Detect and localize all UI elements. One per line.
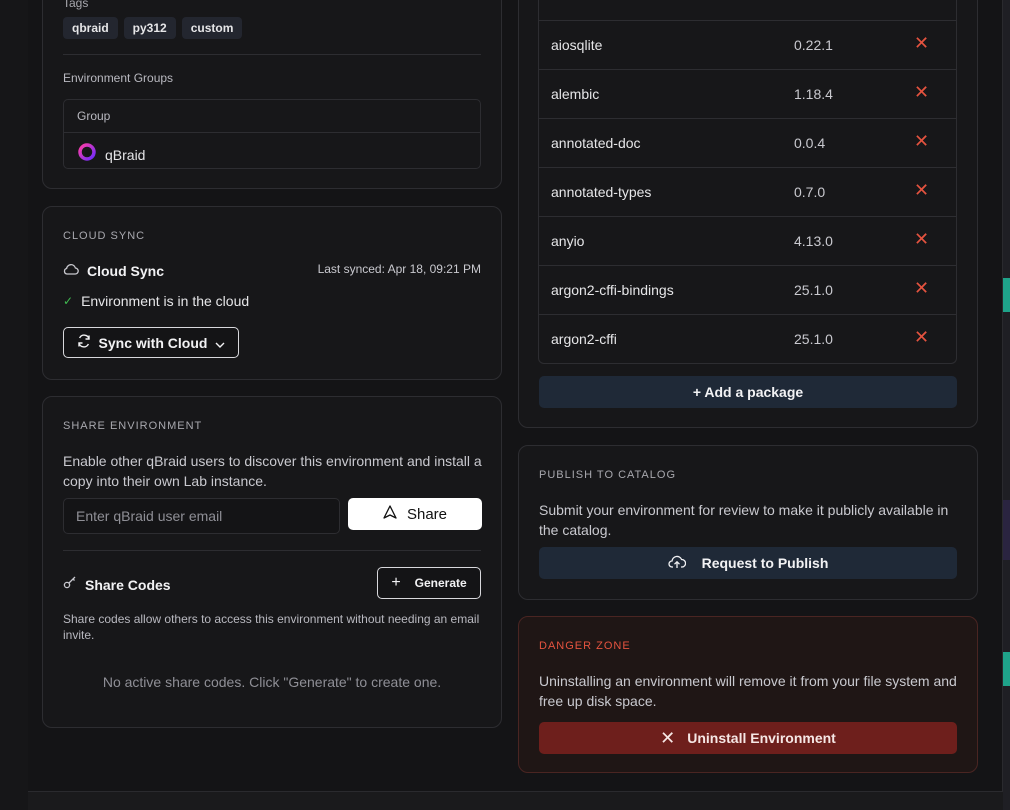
details-card: Tags qbraid py312 custom Environment Group… bbox=[42, 0, 502, 189]
share-description: Enable other qBraid users to discover th… bbox=[63, 453, 482, 489]
danger-zone-card: DANGER ZONE Uninstalling an environment … bbox=[518, 616, 978, 773]
package-version: 4.13.0 bbox=[794, 233, 833, 249]
groups-table-header: Group bbox=[77, 109, 111, 123]
share-environment-card: SHARE ENVIRONMENT Enable other qBraid us… bbox=[42, 396, 502, 728]
package-version: 0.7.0 bbox=[794, 184, 826, 200]
publish-section-title: PUBLISH TO CATALOG bbox=[539, 469, 676, 481]
package-version: 0.22.1 bbox=[794, 37, 833, 53]
plus-icon: + bbox=[391, 574, 401, 591]
request-to-publish-label: Request to Publish bbox=[701, 555, 829, 571]
group-name: qBraid bbox=[105, 146, 146, 163]
cloud-status-text: Environment is in the cloud bbox=[81, 293, 250, 309]
cloud-upload-icon bbox=[668, 555, 686, 572]
package-version: 0.0.4 bbox=[794, 135, 826, 151]
share-button[interactable]: Share bbox=[348, 498, 482, 530]
package-version: 1.18.4 bbox=[794, 86, 833, 102]
cloud-sync-card: CLOUD SYNC Cloud Sync Last synced: Apr 1… bbox=[42, 206, 502, 380]
danger-section-title: DANGER ZONE bbox=[539, 640, 631, 652]
tag-chip: py312 bbox=[123, 17, 176, 39]
danger-description: Uninstalling an environment will remove … bbox=[539, 673, 957, 709]
remove-package-icon[interactable]: ✕ bbox=[914, 278, 929, 299]
package-name: argon2-cffi bbox=[551, 331, 617, 347]
package-name: alembic bbox=[551, 86, 600, 102]
packages-table: aiosqlite 0.22.1 ✕ alembic 1.18.4 ✕ annotated-… bbox=[538, 0, 957, 364]
package-name: annotated-types bbox=[551, 184, 652, 200]
tag-chip: custom bbox=[181, 17, 243, 39]
environment-groups-label: Environment Groups bbox=[63, 71, 174, 85]
package-row: annotated-doc 0.0.4 ✕ bbox=[539, 118, 956, 167]
cloud-sync-section-title: CLOUD SYNC bbox=[63, 230, 146, 242]
package-row: annotated-types 0.7.0 ✕ bbox=[539, 167, 956, 216]
group-row[interactable]: qBraid bbox=[77, 142, 145, 167]
generate-button[interactable]: + Generate bbox=[377, 567, 481, 599]
package-version: 25.1.0 bbox=[794, 331, 833, 347]
share-codes-empty-text: No active share codes. Click "Generate" … bbox=[102, 674, 442, 690]
package-name: anyio bbox=[551, 233, 585, 249]
share-codes-title: Share Codes bbox=[85, 576, 171, 593]
cloud-sync-title: Cloud Sync bbox=[87, 263, 165, 279]
package-version: 25.1.0 bbox=[794, 282, 833, 298]
package-name: aiosqlite bbox=[551, 37, 603, 53]
remove-package-icon[interactable]: ✕ bbox=[914, 327, 929, 348]
request-to-publish-button[interactable]: Request to Publish bbox=[539, 547, 957, 579]
publish-description: Submit your environment for review to ma… bbox=[539, 502, 949, 538]
sync-icon bbox=[77, 334, 91, 351]
chevron-down-icon bbox=[215, 335, 225, 351]
package-row: alembic 1.18.4 ✕ bbox=[539, 69, 956, 118]
key-icon bbox=[63, 575, 77, 594]
package-row: argon2-cffi 25.1.0 ✕ bbox=[539, 314, 956, 363]
add-package-button[interactable]: + Add a package bbox=[539, 376, 957, 408]
remove-package-icon[interactable]: ✕ bbox=[914, 82, 929, 103]
package-row: aiosqlite 0.22.1 ✕ bbox=[539, 20, 956, 69]
sync-with-cloud-button[interactable]: Sync with Cloud bbox=[63, 327, 239, 358]
backdrop-left bbox=[0, 0, 28, 810]
share-codes-heading: Share Codes bbox=[63, 575, 171, 594]
uninstall-environment-label: Uninstall Environment bbox=[687, 730, 836, 746]
publish-card: PUBLISH TO CATALOG Submit your environme… bbox=[518, 445, 978, 600]
qbraid-logo-icon bbox=[77, 142, 97, 167]
share-codes-description: Share codes allow others to access this … bbox=[63, 612, 480, 642]
send-icon bbox=[383, 505, 397, 523]
groups-table: Group qBraid bbox=[63, 99, 481, 169]
cloud-sync-heading: Cloud Sync bbox=[63, 262, 164, 280]
package-row: argon2-cffi-bindings 25.1.0 ✕ bbox=[539, 265, 956, 314]
close-icon: ✕ bbox=[660, 727, 676, 748]
generate-button-label: Generate bbox=[414, 576, 467, 590]
package-name: argon2-cffi-bindings bbox=[551, 282, 674, 298]
package-name: annotated-doc bbox=[551, 135, 641, 151]
remove-package-icon[interactable]: ✕ bbox=[914, 229, 929, 250]
check-icon: ✓ bbox=[63, 294, 74, 308]
uninstall-environment-button[interactable]: ✕ Uninstall Environment bbox=[539, 722, 957, 754]
tags-list: qbraid py312 custom bbox=[63, 17, 248, 39]
backdrop-right bbox=[1003, 0, 1010, 810]
last-synced-text: Last synced: Apr 18, 09:21 PM bbox=[317, 262, 481, 276]
tags-label: Tags bbox=[63, 0, 89, 10]
sync-with-cloud-label: Sync with Cloud bbox=[98, 334, 208, 351]
remove-package-icon[interactable]: ✕ bbox=[914, 131, 929, 152]
environment-details-modal: Tags qbraid py312 custom Environment Group… bbox=[28, 0, 1003, 792]
share-section-title: SHARE ENVIRONMENT bbox=[63, 420, 203, 432]
package-row: anyio 4.13.0 ✕ bbox=[539, 216, 956, 265]
cloud-status: ✓ Environment is in the cloud bbox=[63, 293, 249, 309]
remove-package-icon[interactable]: ✕ bbox=[914, 180, 929, 201]
cloud-icon bbox=[63, 262, 79, 280]
share-button-label: Share bbox=[406, 505, 448, 523]
share-email-input[interactable] bbox=[63, 498, 340, 534]
add-package-label: + Add a package bbox=[692, 384, 804, 400]
tag-chip: qbraid bbox=[63, 17, 118, 39]
remove-package-icon[interactable]: ✕ bbox=[914, 33, 929, 54]
